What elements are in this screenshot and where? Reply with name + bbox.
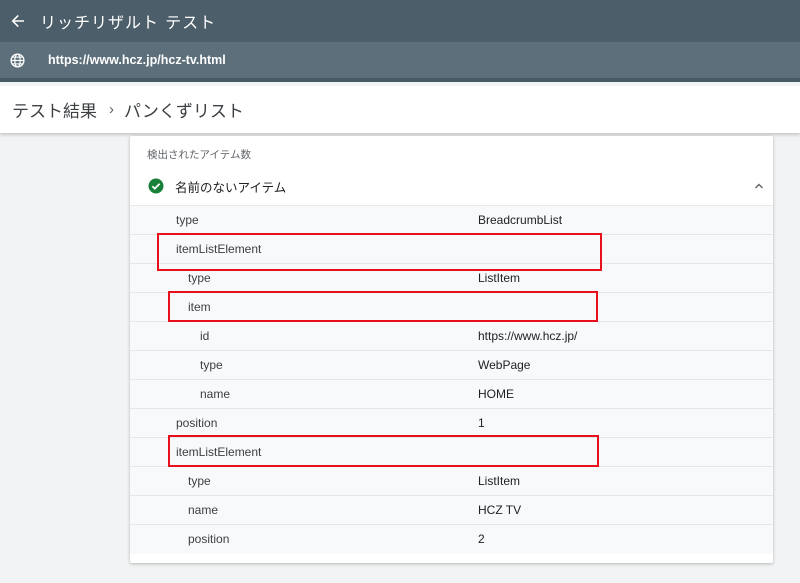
chevron-right-icon: › — [109, 101, 114, 118]
check-circle-icon — [148, 178, 164, 194]
property-key: type — [188, 474, 211, 488]
breadcrumb-test-results[interactable]: テスト結果 — [12, 97, 97, 122]
property-value: 2 — [478, 532, 485, 546]
table-row: name HCZ TV — [130, 496, 773, 525]
detected-items-card: 検出されたアイテム数 名前のないアイテム type BreadcrumbList … — [130, 136, 773, 563]
table-row: type ListItem — [130, 264, 773, 293]
property-value: ListItem — [478, 271, 521, 285]
app-title: リッチリザルト テスト — [40, 13, 217, 32]
property-value: HCZ TV — [478, 503, 522, 517]
table-row: id https://www.hcz.jp/ — [130, 322, 773, 351]
item-header[interactable]: 名前のないアイテム — [130, 168, 773, 204]
breadcrumb-current: パンくずリスト — [124, 102, 244, 122]
table-row: position 2 — [130, 525, 773, 554]
property-table: type BreadcrumbList itemListElement type L… — [130, 205, 773, 554]
back-button[interactable] — [0, 3, 36, 39]
property-key: type — [176, 213, 199, 227]
property-key: name — [188, 503, 219, 517]
arrow-left-icon — [11, 14, 24, 28]
property-value: ListItem — [478, 474, 521, 488]
property-value: 1 — [478, 416, 485, 430]
property-value: https://www.hcz.jp/ — [478, 329, 578, 343]
property-key: itemListElement — [176, 445, 262, 459]
property-key: itemListElement — [176, 242, 262, 256]
tested-url[interactable]: https://www.hcz.jp/hcz-tv.html — [48, 53, 226, 67]
table-row: itemListElement — [130, 438, 773, 467]
property-value: WebPage — [478, 358, 531, 372]
table-row: type ListItem — [130, 467, 773, 496]
property-value: HOME — [478, 387, 514, 401]
breadcrumb: テスト結果 › パンくずリスト — [0, 86, 800, 133]
globe-icon — [0, 52, 34, 68]
table-row: name HOME — [130, 380, 773, 409]
url-bar: https://www.hcz.jp/hcz-tv.html — [0, 42, 800, 82]
table-row: itemListElement — [130, 235, 773, 264]
app-header: リッチリザルト テスト — [0, 0, 800, 42]
property-key: item — [188, 300, 211, 314]
property-key: position — [188, 532, 230, 546]
property-key: type — [200, 358, 223, 372]
detected-items-label: 検出されたアイテム数 — [147, 149, 251, 161]
table-row: type BreadcrumbList — [130, 206, 773, 235]
chevron-up-icon[interactable] — [751, 178, 767, 194]
property-key: position — [176, 416, 218, 430]
table-row: type WebPage — [130, 351, 773, 380]
item-title: 名前のないアイテム — [175, 179, 287, 195]
property-value: BreadcrumbList — [478, 213, 563, 227]
table-row: item — [130, 293, 773, 322]
table-row: position 1 — [130, 409, 773, 438]
property-key: type — [188, 271, 211, 285]
property-key: name — [200, 387, 231, 401]
property-key: id — [200, 329, 210, 343]
